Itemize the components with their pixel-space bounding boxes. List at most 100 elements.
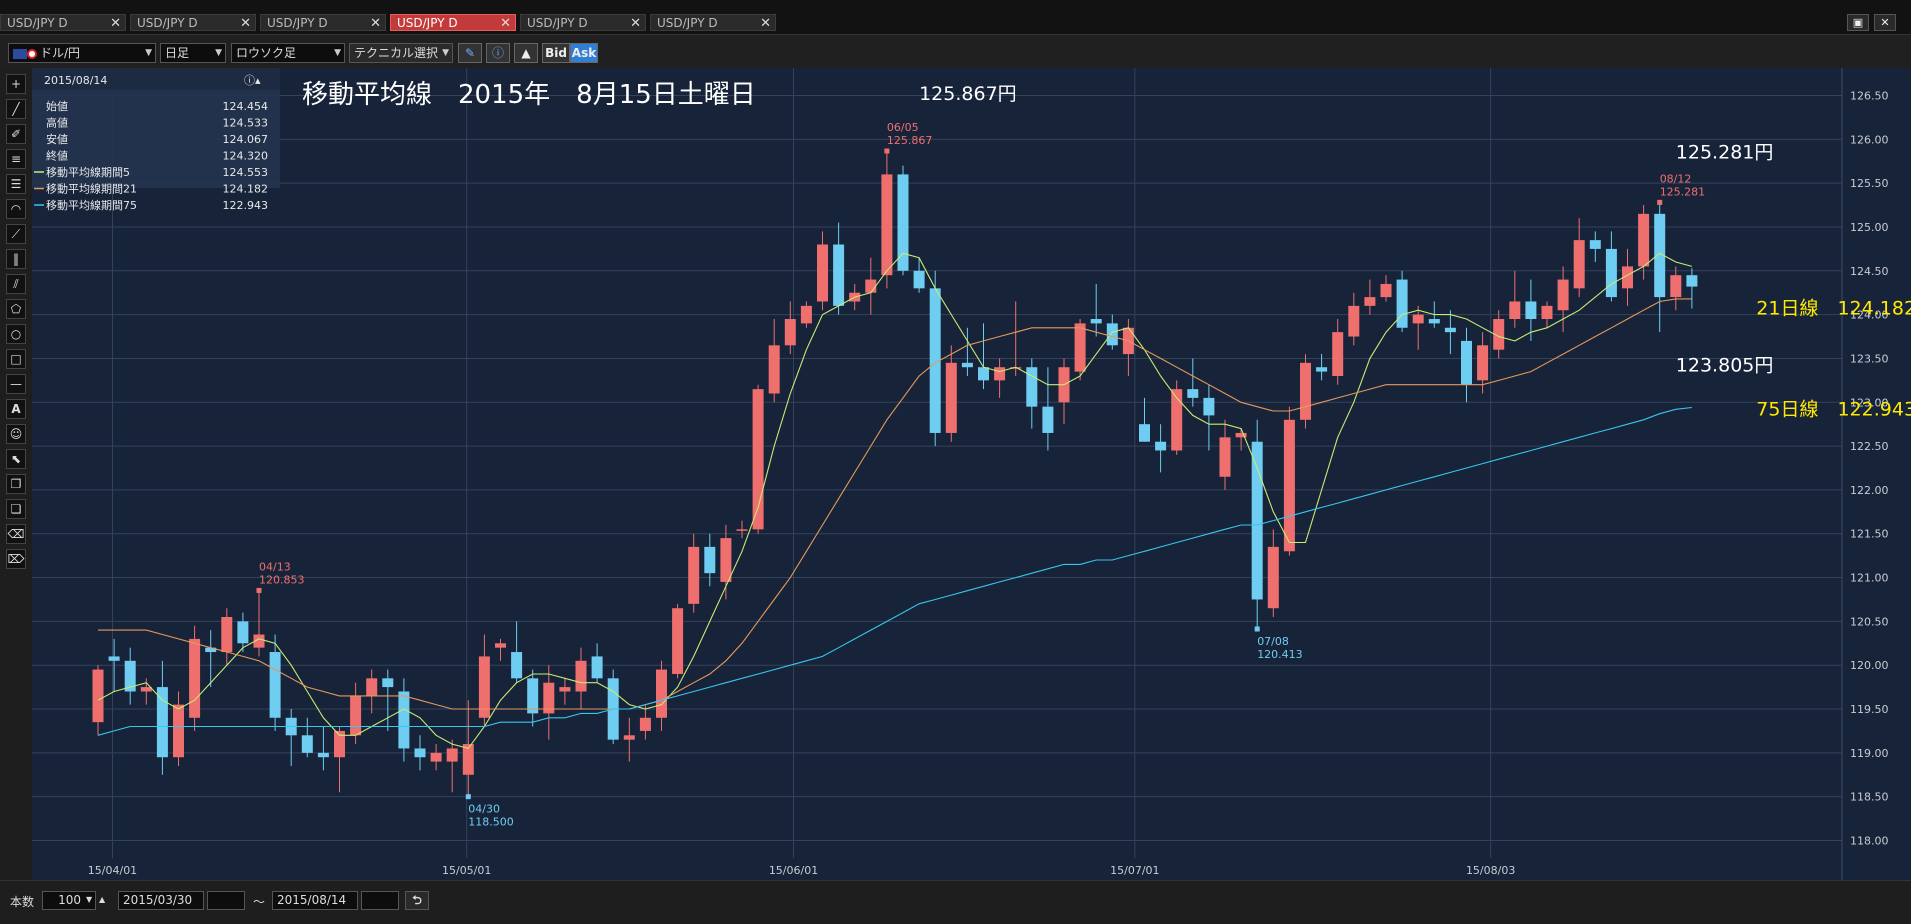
ruler-icon[interactable]: ✐ [6,124,26,144]
tab-label: USD/JPY D [657,16,718,30]
candle-down [269,652,281,718]
chart-background [32,68,1911,880]
candle-down [1187,389,1199,398]
stepper-up-icon[interactable]: ▲ [99,895,105,904]
maximize-icon[interactable]: ▣ [1847,14,1869,31]
count-label: 本数 [10,895,35,909]
candle-up [92,669,104,723]
candle-up [623,735,635,740]
tab-1[interactable]: USD/JPY D ✕ [0,14,126,31]
eraser-icon[interactable]: ⌫ [6,524,26,544]
close-icon[interactable]: ✕ [760,15,771,32]
candle-down [511,652,523,679]
chevron-down-icon: ▼ [442,48,449,58]
candle-down [913,270,925,289]
trendline-icon[interactable]: ╱ [6,99,26,119]
candle-down [1251,441,1263,600]
return-icon[interactable]: ⮌ [405,891,429,910]
tab-label: USD/JPY D [267,16,328,30]
to-date-field[interactable]: 2015/08/14 [272,891,358,910]
info-row-label: 高値 [46,116,68,130]
crosshair-icon[interactable]: + [6,74,26,94]
to-date-value: 2015/08/14 [277,893,347,907]
tab-label: USD/JPY D [527,16,588,30]
candle-up [446,748,458,762]
candle-up [881,174,893,276]
close-icon[interactable]: ✕ [240,15,251,32]
marker-value: 125.281 [1660,185,1706,198]
chart-type-select[interactable]: ロウソク足 ▼ [231,43,345,63]
range-separator: ～ [253,895,266,909]
period-select[interactable]: 日足 ▼ [160,43,226,63]
price-tick-label: 122.00 [1850,484,1889,497]
line-icon[interactable]: — [6,374,26,394]
to-time-field[interactable] [361,891,399,910]
from-date-field[interactable]: 2015/03/30 [118,891,204,910]
pentagon-icon[interactable]: ⬠ [6,299,26,319]
fibonacci-icon[interactable]: ☰ [6,174,26,194]
info-row-label: 始値 [46,99,68,113]
window-close-icon[interactable]: ✕ [1874,14,1896,31]
horizontal-lines-icon[interactable]: ≡ [6,149,26,169]
paste-icon[interactable]: ❏ [6,499,26,519]
tab-label: USD/JPY D [137,16,198,30]
candle-down [108,656,120,661]
candle-up [1541,305,1553,320]
candle-up [1364,297,1376,306]
fan-icon[interactable]: ⟋ [6,224,26,244]
date-tick-label: 15/08/03 [1466,864,1515,877]
info-row-label: 終値 [46,149,68,163]
close-icon[interactable]: ✕ [500,15,511,32]
info-icon[interactable]: ⓘ [486,43,510,63]
copy-icon[interactable]: ❐ [6,474,26,494]
marker-date: 04/30 [468,803,500,816]
price-tick-label: 119.50 [1850,703,1889,716]
tab-2[interactable]: USD/JPY D ✕ [130,14,256,31]
info-toggle-icon[interactable]: ⓘ▴ [244,74,261,87]
emoji-icon[interactable]: ☺ [6,424,26,444]
tab-4-active[interactable]: USD/JPY D ✕ [390,14,516,31]
technical-select[interactable]: テクニカル選択 ▼ [349,43,453,63]
pen-icon[interactable]: ✎ [458,43,482,63]
candle-down [1106,323,1118,346]
stepper-down-icon[interactable]: ▼ [86,895,92,904]
candle-up [688,546,700,604]
eraser-all-icon[interactable]: ⌦ [6,549,26,569]
price-tick-label: 126.00 [1850,133,1889,146]
tab-6[interactable]: USD/JPY D ✕ [650,14,776,31]
vertical-lines-icon[interactable]: ‖ [6,249,26,269]
tab-3[interactable]: USD/JPY D ✕ [260,14,386,31]
currency-pair-select[interactable]: ドル/円 ▼ [8,43,156,63]
info-row-value: 124.182 [223,183,269,196]
cursor-icon[interactable]: ⬉ [6,449,26,469]
candle-up [1348,305,1360,337]
tab-bar: USD/JPY D ✕ USD/JPY D ✕ USD/JPY D ✕ USD/JPY… [0,0,1911,35]
ask-button[interactable]: Ask [570,43,598,63]
price-tick-label: 119.00 [1850,747,1889,760]
price-tick-label: 120.50 [1850,615,1889,628]
candle-down [704,546,716,574]
close-icon[interactable]: ✕ [370,15,381,32]
arc-icon[interactable]: ◠ [6,199,26,219]
price-tick-label: 123.50 [1850,352,1889,365]
candle-down [1090,319,1102,324]
price-tick-label: 118.00 [1850,834,1889,847]
candle-up [1219,437,1231,477]
text-icon[interactable]: A [6,399,26,419]
bid-button[interactable]: Bid [542,43,570,63]
annotation-text: 125.867円 [919,83,1017,105]
candle-up [495,643,506,648]
close-icon[interactable]: ✕ [110,15,121,32]
candle-down [1203,397,1215,416]
rectangle-icon[interactable]: □ [6,349,26,369]
chevron-down-icon: ▼ [334,48,341,58]
candle-down [1396,279,1408,328]
close-icon[interactable]: ✕ [630,15,641,32]
tab-5[interactable]: USD/JPY D ✕ [520,14,646,31]
candle-down [1428,319,1440,324]
area-chart-icon[interactable]: ▲ [514,43,538,63]
circle-icon[interactable]: ○ [6,324,26,344]
technical-label: テクニカル選択 [354,46,439,60]
pitchfork-icon[interactable]: ⫽ [6,274,26,294]
from-time-field[interactable] [207,891,245,910]
